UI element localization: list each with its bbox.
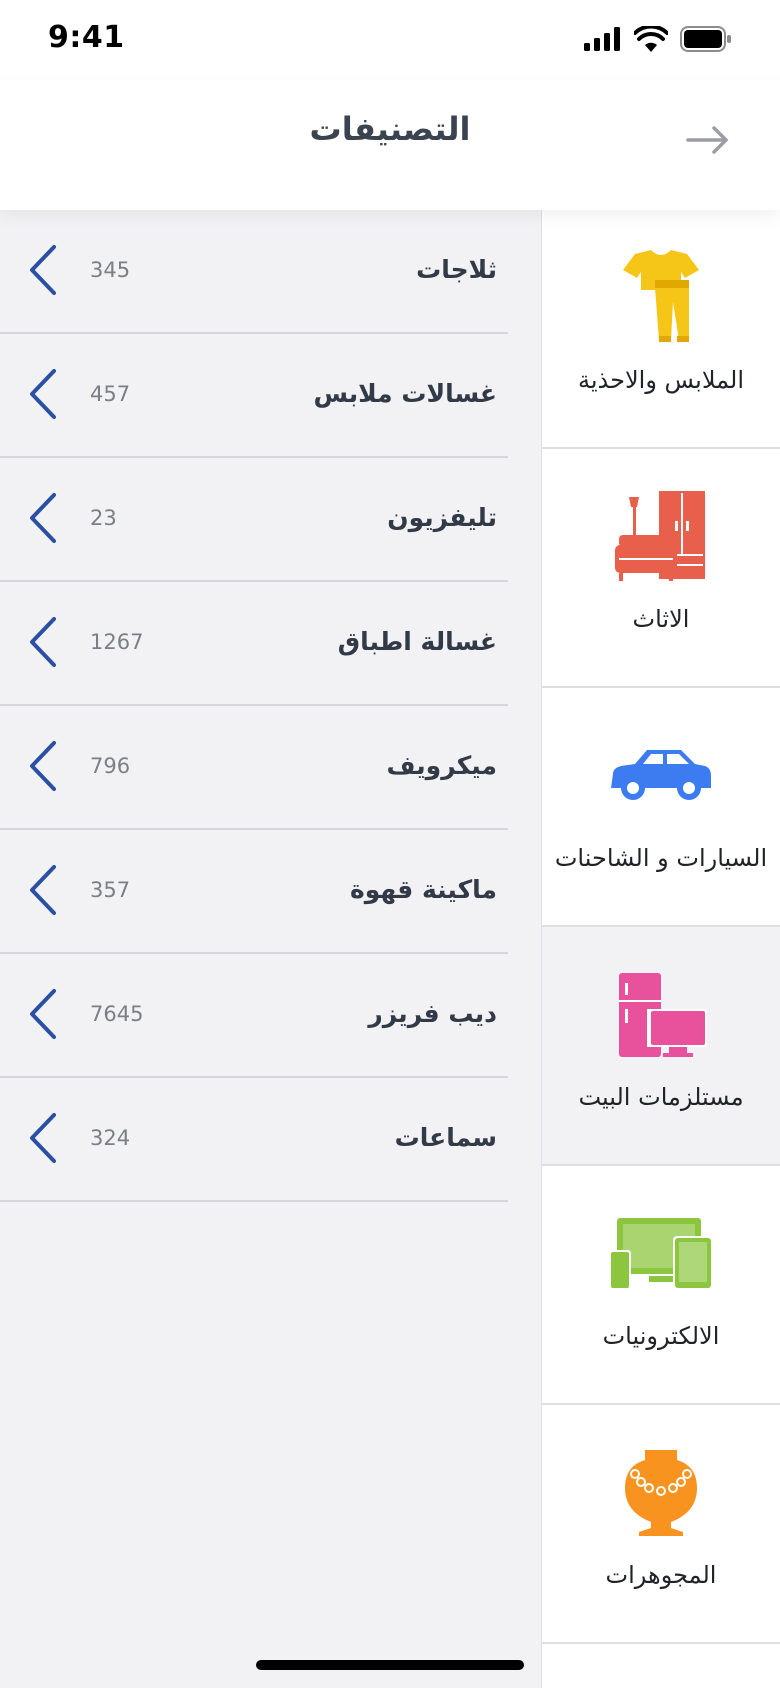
item-label: ميكرويف: [386, 751, 497, 780]
item-count: 23: [90, 506, 117, 530]
list-item[interactable]: ديب فريزر 7645: [0, 954, 508, 1078]
category-label: الملابس والاحذية: [577, 366, 744, 394]
list-item[interactable]: ثلاجات 345: [0, 210, 508, 334]
status-bar: 9:41: [0, 0, 780, 80]
category-label: مستلزمات البيت: [578, 1083, 744, 1111]
item-label: ديب فريزر: [368, 999, 497, 1028]
chevron-left-icon: [30, 617, 56, 667]
nav-header: التصنيفات: [0, 80, 780, 210]
category-sidebar: الملابس والاحذية الاثاث السيارات و الشاح…: [541, 210, 780, 1688]
category-clothing[interactable]: الملابس والاحذية: [542, 210, 780, 449]
chevron-left-icon: [30, 369, 56, 419]
chevron-left-icon: [30, 493, 56, 543]
item-label: غسالة اطباق: [337, 627, 497, 656]
chevron-left-icon: [30, 1113, 56, 1163]
status-icons: [584, 26, 732, 52]
category-electronics[interactable]: الالكترونيات: [542, 1166, 780, 1405]
item-count: 1267: [90, 630, 144, 654]
chevron-left-icon: [30, 865, 56, 915]
item-label: غسالات ملابس: [313, 379, 497, 408]
furniture-icon: [615, 491, 705, 581]
category-jewelry[interactable]: المجوهرات: [542, 1405, 780, 1644]
category-cars[interactable]: السيارات و الشاحنات: [542, 688, 780, 927]
clothing-icon: [623, 250, 699, 342]
status-time: 9:41: [48, 20, 125, 55]
devices-icon: [609, 1218, 713, 1290]
appliances-icon: [619, 973, 707, 1057]
car-icon: [611, 750, 711, 800]
category-label: الاثاث: [632, 605, 690, 633]
list-item[interactable]: غسالة اطباق 1267: [0, 582, 508, 706]
category-home-appliances[interactable]: مستلزمات البيت: [542, 927, 780, 1166]
item-count: 324: [90, 1126, 131, 1150]
category-label: الالكترونيات: [602, 1322, 720, 1350]
category-furniture[interactable]: الاثاث: [542, 449, 780, 688]
chevron-left-icon: [30, 245, 56, 295]
list-item[interactable]: ميكرويف 796: [0, 706, 508, 830]
home-indicator[interactable]: [256, 1660, 524, 1670]
item-count: 457: [90, 382, 131, 406]
item-label: ماكينة قهوة: [350, 875, 497, 904]
chevron-left-icon: [30, 741, 56, 791]
item-count: 345: [90, 258, 131, 282]
list-item[interactable]: ماكينة قهوة 357: [0, 830, 508, 954]
item-count: 7645: [90, 1002, 144, 1026]
item-label: سماعات: [394, 1123, 497, 1152]
signal-icon: [584, 27, 620, 51]
page-title: التصنيفات: [309, 110, 471, 148]
wifi-icon: [634, 26, 668, 52]
item-count: 796: [90, 754, 131, 778]
list-item[interactable]: غسالات ملابس 457: [0, 334, 508, 458]
item-count: 357: [90, 878, 131, 902]
item-label: تليفزيون: [387, 503, 497, 532]
list-item[interactable]: سماعات 324: [0, 1078, 508, 1202]
list-item[interactable]: تليفزيون 23: [0, 458, 508, 582]
item-label: ثلاجات: [416, 255, 497, 284]
category-label: المجوهرات: [605, 1561, 717, 1589]
battery-icon: [680, 26, 731, 52]
jewelry-icon: [625, 1450, 697, 1536]
category-label: السيارات و الشاحنات: [554, 844, 768, 872]
subcategory-list: ثلاجات 345 غسالات ملابس 457 تليفزيون 23 …: [0, 210, 508, 1202]
chevron-left-icon: [30, 989, 56, 1039]
arrow-right-icon[interactable]: [684, 122, 732, 158]
